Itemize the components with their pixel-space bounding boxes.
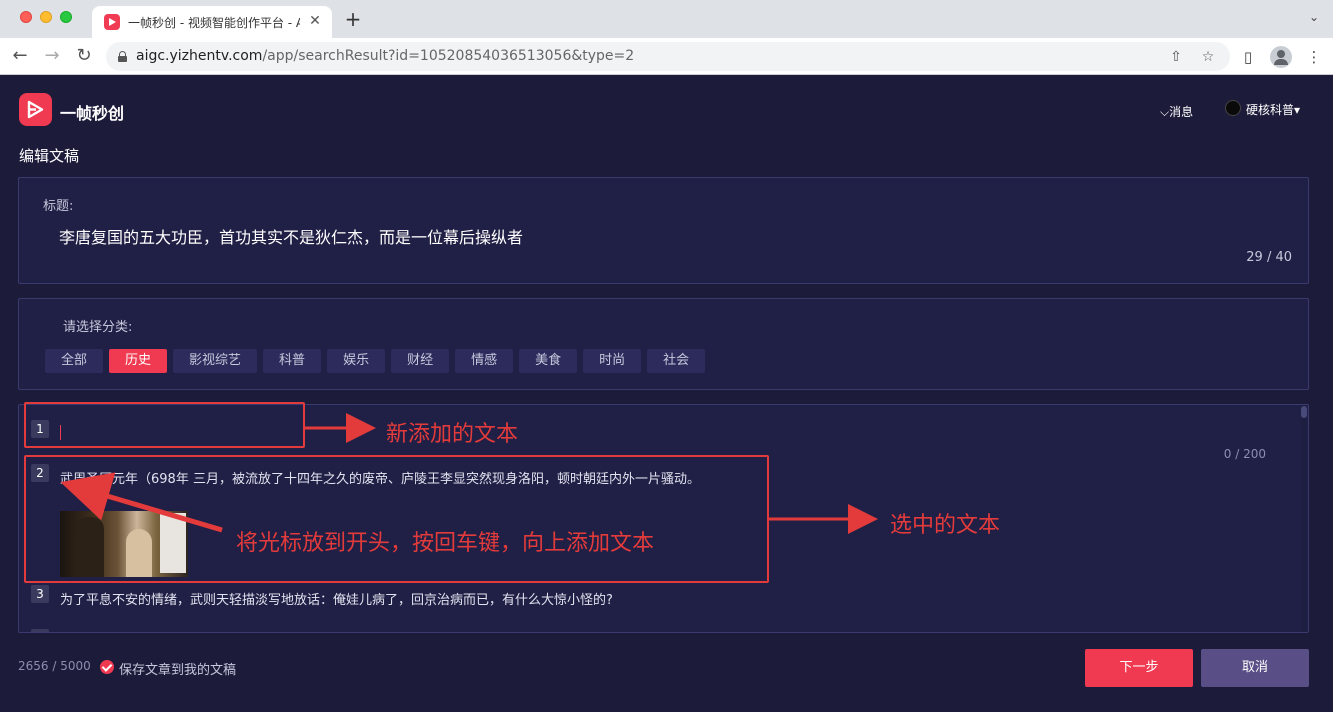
- minimize-window-button[interactable]: [40, 11, 52, 23]
- tab-strip: 一帧秒创 - 视频智能创作平台 - A ✕ + ⌄: [0, 0, 1333, 38]
- close-tab-icon[interactable]: ✕: [306, 12, 324, 30]
- bookmark-star-icon[interactable]: ☆: [1198, 47, 1218, 67]
- tab-title: 一帧秒创 - 视频智能创作平台 - A: [128, 16, 300, 30]
- reload-icon[interactable]: ↻: [72, 44, 96, 68]
- side-panel-icon[interactable]: ▯: [1237, 46, 1259, 68]
- lock-icon[interactable]: [118, 51, 127, 62]
- browser-chrome: 一帧秒创 - 视频智能创作平台 - A ✕ + ⌄ ← → ↻ aigc.yiz…: [0, 0, 1333, 75]
- arrow-to-paragraph-start: [60, 472, 223, 533]
- url-text: aigc.yizhentv.com/app/searchResult?id=10…: [136, 48, 635, 64]
- browser-toolbar: ← → ↻ aigc.yizhentv.com/app/searchResult…: [0, 38, 1333, 75]
- share-icon[interactable]: ⇧: [1166, 47, 1186, 67]
- new-tab-button[interactable]: +: [342, 9, 364, 31]
- profile-icon[interactable]: [1270, 46, 1292, 68]
- browser-tab[interactable]: 一帧秒创 - 视频智能创作平台 - A ✕: [92, 6, 332, 38]
- annotation-arrows: [60, 413, 878, 534]
- maximize-window-button[interactable]: [60, 11, 72, 23]
- back-icon[interactable]: ←: [8, 44, 32, 68]
- address-bar[interactable]: aigc.yizhentv.com/app/searchResult?id=10…: [106, 42, 1230, 71]
- favicon-icon: [104, 14, 120, 30]
- forward-icon[interactable]: →: [40, 44, 64, 68]
- menu-icon[interactable]: ⋮: [1303, 46, 1325, 68]
- close-window-button[interactable]: [20, 11, 32, 23]
- tab-search-icon[interactable]: ⌄: [1309, 10, 1319, 24]
- app-root: 一帧秒创 ⌵消息 硬核科普▾ 编辑文稿 标题: 李唐复国的五大功臣，首功其实不是…: [0, 75, 1333, 712]
